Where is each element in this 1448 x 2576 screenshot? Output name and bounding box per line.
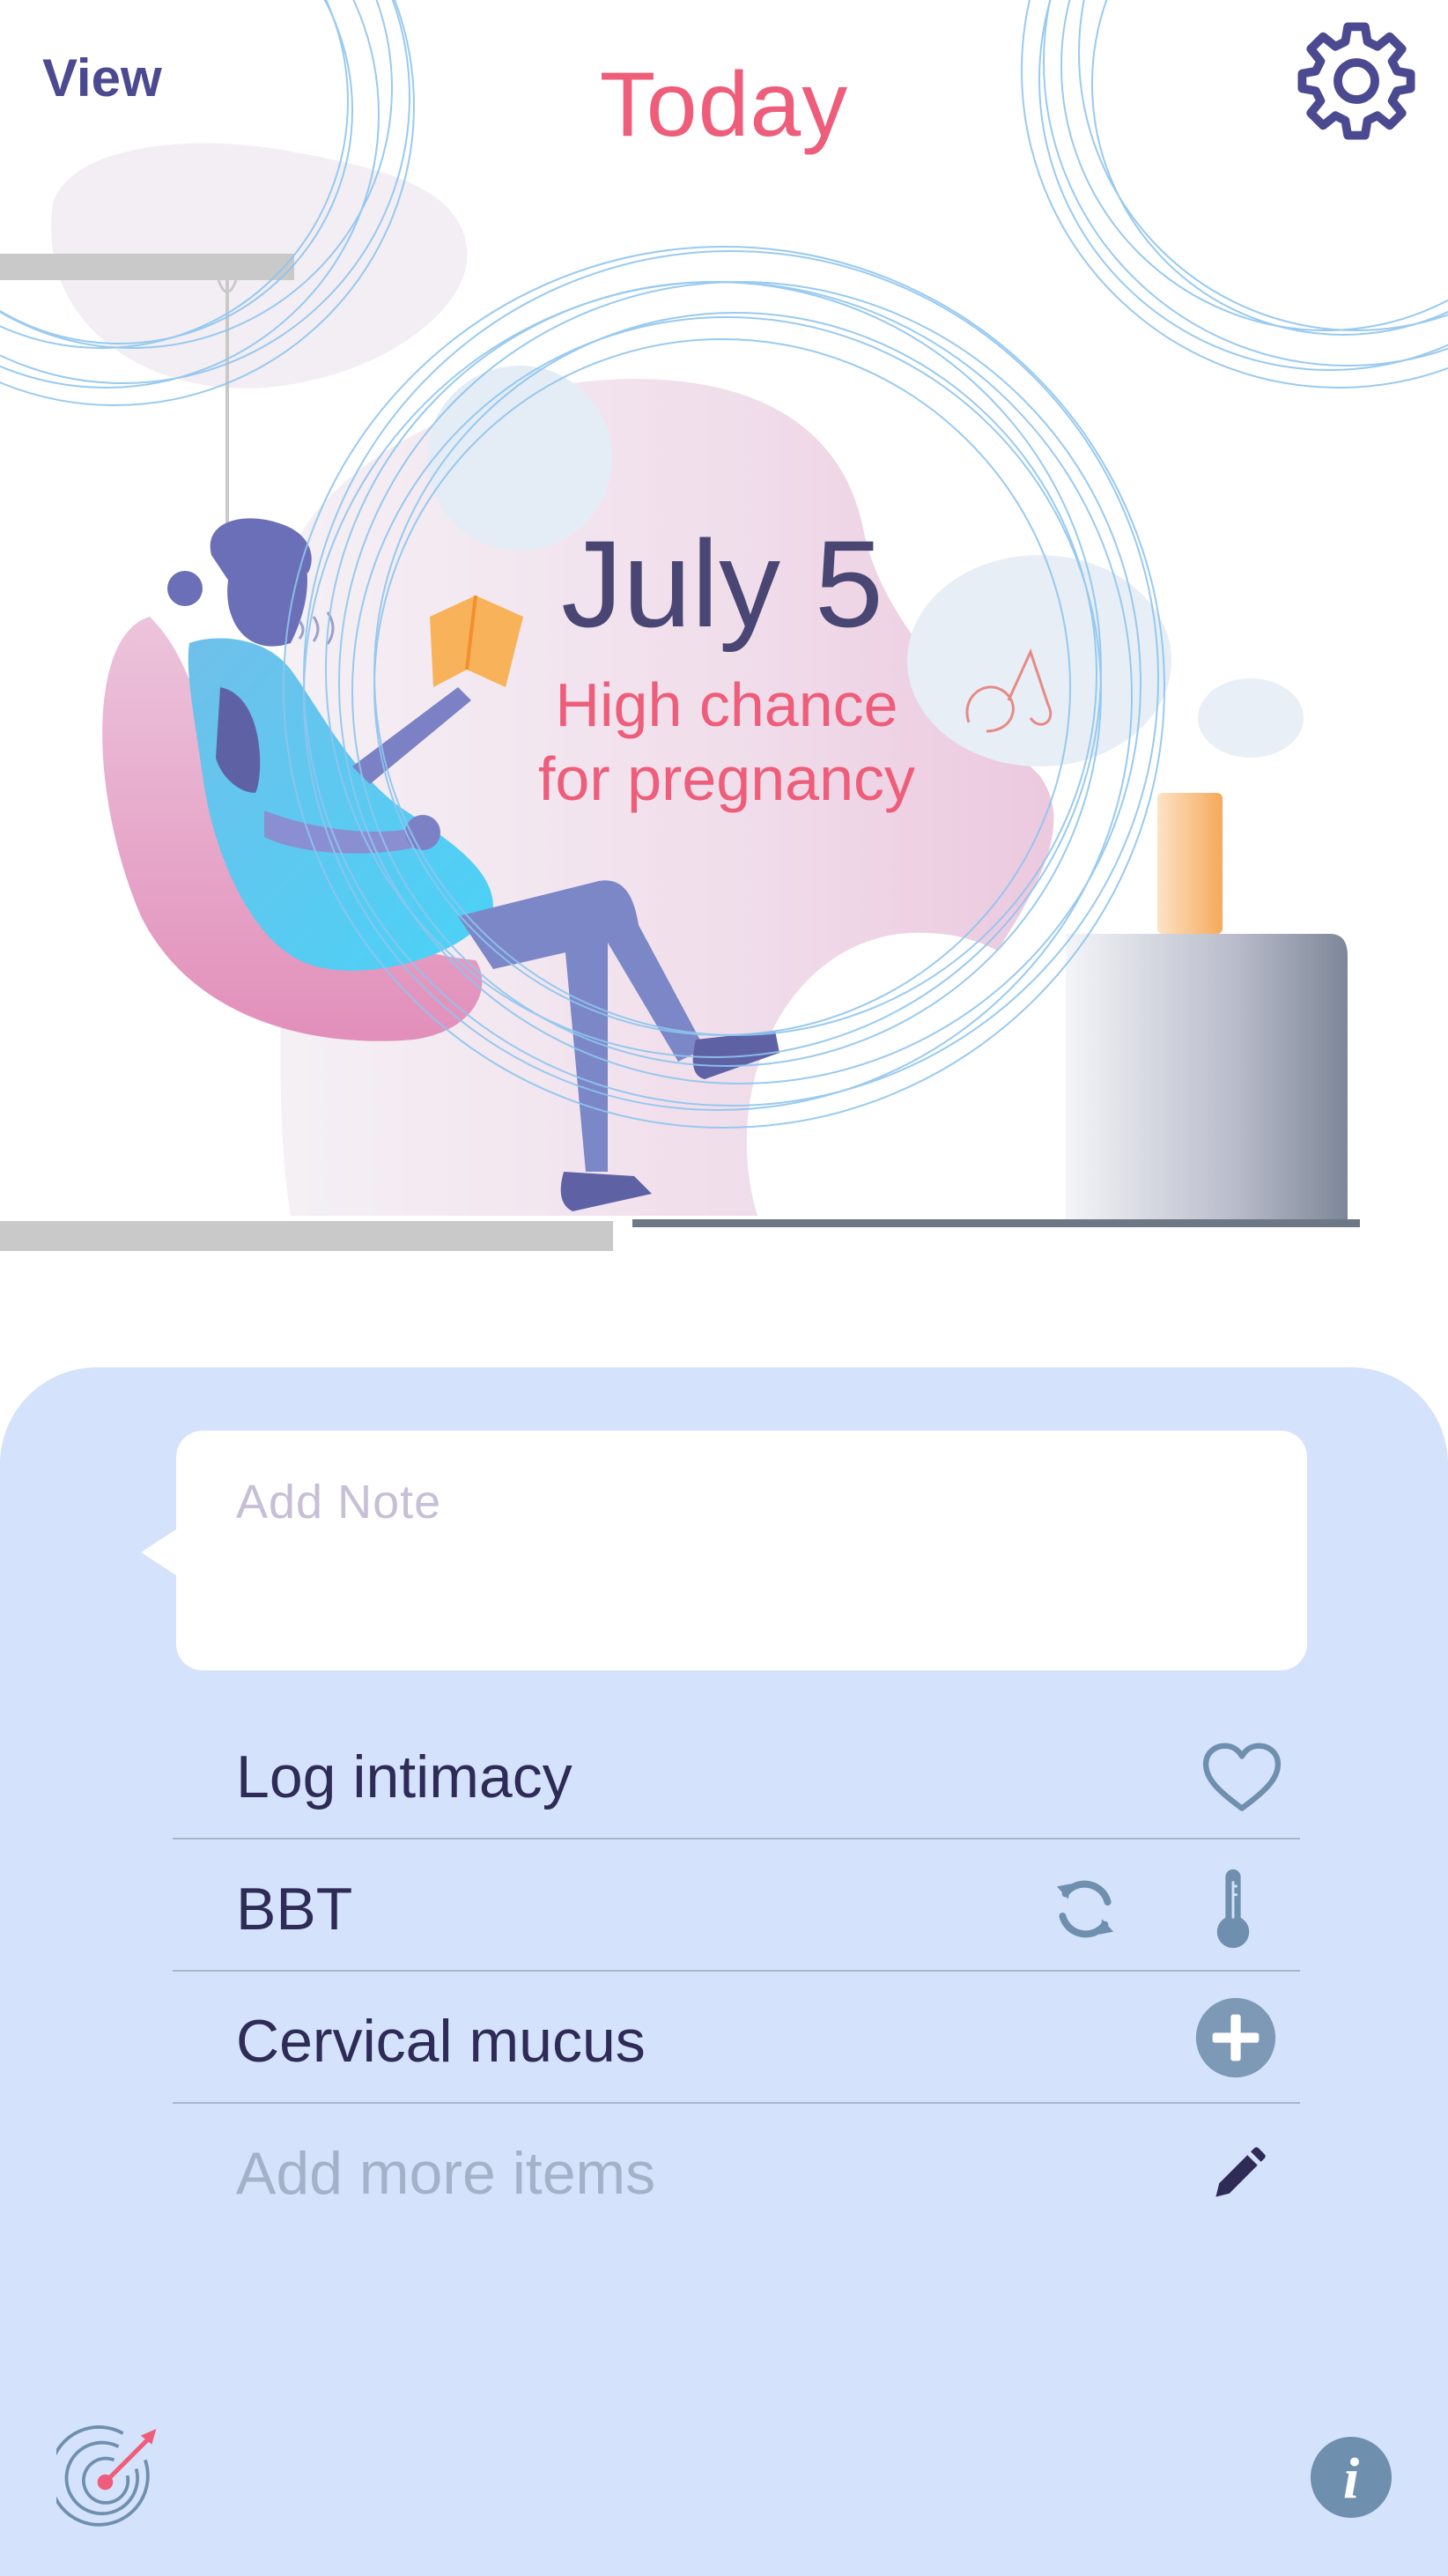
row-label: Add more items [236,2140,656,2207]
fertility-status: High chance for pregnancy [493,668,960,816]
row-label: Log intimacy [236,1743,573,1810]
note-pointer [141,1529,176,1575]
row-label: BBT [236,1876,353,1943]
target-icon[interactable] [56,2424,167,2535]
info-glyph: i [1342,2446,1360,2511]
row-cervical-mucus[interactable]: Cervical mucus [173,1972,1300,2104]
cycle-date: July 5 [561,514,883,653]
row-add-more-items[interactable]: Add more items [173,2104,1300,2236]
sync-icon[interactable] [1050,1871,1120,1947]
row-bbt[interactable]: BBT [173,1839,1300,1972]
today-screen: View Today July 5 High chance for pregna… [0,0,1448,2576]
plus-circle-icon[interactable] [1194,1996,1277,2079]
add-note-input[interactable] [176,1431,1307,1670]
gear-icon[interactable] [1295,19,1418,143]
page-title: Today [599,54,849,156]
heart-icon[interactable] [1201,1743,1282,1813]
fertility-status-line2: for pregnancy [537,744,916,813]
pencil-icon[interactable] [1210,2146,1267,2202]
row-log-intimacy[interactable]: Log intimacy [173,1707,1300,1839]
thermometer-icon[interactable] [1208,1866,1258,1951]
row-label: Cervical mucus [236,2008,646,2075]
info-icon[interactable]: i [1311,2437,1392,2518]
fertility-status-line1: High chance [555,670,898,739]
